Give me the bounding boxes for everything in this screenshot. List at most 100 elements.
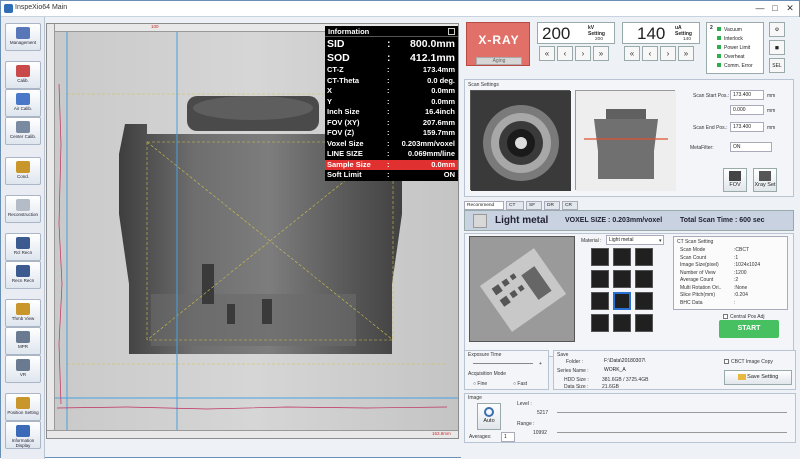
info-value: 16.4inch [424, 107, 455, 116]
kv-fast-up-button[interactable]: » [593, 46, 609, 61]
series-input[interactable]: WORK_A [602, 366, 712, 374]
tab-sf[interactable]: SF [526, 201, 542, 210]
averages-input[interactable]: 1 [501, 432, 515, 442]
tool-condition[interactable]: Cond. [5, 157, 41, 185]
tab-cr[interactable]: CR [562, 201, 578, 210]
hdd-value: 381.6GB / 3725.4GB [602, 377, 649, 383]
sel-button[interactable]: SEL [769, 58, 785, 73]
tool-air-calib[interactable]: Air Calib. [5, 89, 41, 117]
recipe-thumbnail[interactable] [635, 314, 653, 332]
averages-label: Averages: [469, 434, 492, 440]
scan-end-label: Scan End Pos.: [693, 125, 728, 131]
ua-fast-up-button[interactable]: » [678, 46, 694, 61]
info-colon: : [387, 138, 390, 148]
save-setting-label: Save Setting [747, 374, 779, 380]
fov-button[interactable]: FOV [723, 168, 747, 192]
xray-set-button[interactable]: Xray Set [753, 168, 777, 192]
aging-button[interactable]: Aging [476, 57, 522, 65]
tool-calib[interactable]: Calib. [5, 61, 41, 89]
tool-thumb-view[interactable]: Thmb View [5, 299, 41, 327]
ua-display: 140 uA Setting 140 [622, 22, 700, 44]
air-calib-icon [16, 93, 30, 105]
level-slider[interactable] [557, 412, 787, 413]
xray-viewer[interactable]: 100 163.8mm Information SID: 800.0mm SOD: 4… [46, 23, 459, 439]
stop-button[interactable]: ◼ [769, 40, 785, 55]
recipe-thumbnail[interactable] [613, 270, 631, 288]
tool-center-calib[interactable]: Center Calib. [5, 117, 41, 145]
minimize-button[interactable]: — [753, 2, 767, 15]
maximize-button[interactable]: □ [768, 2, 782, 15]
start-label: START [737, 325, 761, 332]
info-colon: : [387, 149, 390, 158]
fast-radio[interactable]: ○ Fast [513, 381, 527, 387]
status-led-icon [717, 27, 721, 31]
scan-offset-input[interactable]: 0.000 [730, 105, 764, 115]
recipe-thumbnail[interactable] [591, 270, 609, 288]
tab-dr[interactable]: DR [544, 201, 560, 210]
info-row: FOV (XY): 207.6mm [325, 118, 458, 129]
recipe-thumbnail[interactable] [635, 248, 653, 266]
recipe-thumbnail[interactable] [591, 314, 609, 332]
tool-information-display[interactable]: Information Display [5, 421, 41, 449]
tool-management[interactable]: Management [5, 23, 41, 51]
close-button[interactable]: ✕ [783, 2, 797, 15]
metafilter-select[interactable]: ON [730, 142, 772, 152]
auto-button[interactable]: Auto [477, 403, 501, 430]
data-size-value: 21.6GB [602, 384, 619, 390]
ua-fast-down-button[interactable]: « [624, 46, 640, 61]
recipe-thumbnail[interactable] [613, 292, 631, 310]
xray-button[interactable]: X-RAY Aging [466, 22, 530, 66]
sample-image-render [470, 237, 574, 341]
ua-down-button[interactable]: ‹ [642, 46, 658, 61]
cbct-copy-checkbox[interactable]: CBCT Image Copy [724, 359, 773, 365]
recipe-thumbnail[interactable] [591, 292, 609, 310]
status-label: Power Limit [724, 45, 751, 51]
scan-end-unit: mm [767, 125, 776, 131]
start-button[interactable]: START [719, 320, 779, 338]
recipe-thumbnail[interactable] [635, 292, 653, 310]
tool-recn-recon[interactable]: Recn Recn [5, 261, 41, 289]
exposure-slider[interactable] [473, 363, 533, 364]
tool-reconstruction[interactable]: Reconstruction [5, 195, 41, 223]
status-led-icon [717, 36, 721, 40]
recipe-thumbnail[interactable] [635, 270, 653, 288]
recipe-thumbnail[interactable] [591, 248, 609, 266]
settings-button[interactable]: ⚙ [769, 22, 785, 37]
tab-ct[interactable]: CT [506, 201, 524, 210]
scan-preview-image [576, 91, 676, 191]
status-number: 2 [710, 25, 713, 31]
tool-mpr[interactable]: MPR [5, 327, 41, 355]
ruler-left [47, 24, 55, 438]
range-slider[interactable] [557, 432, 787, 433]
scan-end-input[interactable]: 173.400 [730, 122, 764, 132]
info-value: 0.203mm/voxel [401, 138, 455, 148]
kv-fast-down-button[interactable]: « [539, 46, 555, 61]
status-led-icon [717, 45, 721, 49]
recipe-thumbnail[interactable] [613, 248, 631, 266]
folder-input[interactable]: F:\Data\20180307\ [602, 357, 712, 365]
info-value: 159.7mm [422, 128, 455, 137]
recipe-thumbnail[interactable] [613, 314, 631, 332]
kv-up-button[interactable]: › [575, 46, 591, 61]
chevron-down-icon: ▾ [659, 238, 662, 244]
auto-label: Auto [483, 418, 495, 424]
information-close-icon[interactable] [448, 28, 455, 35]
kv-display: 200 kV Setting 200 [537, 22, 615, 44]
kv-down-button[interactable]: ‹ [557, 46, 573, 61]
condition-icon [16, 161, 30, 173]
tool-vr[interactable]: VR [5, 355, 41, 383]
folder-icon [737, 373, 746, 380]
fine-radio[interactable]: ○ Fine [473, 381, 487, 387]
tool-label: Management [9, 40, 37, 45]
info-colon: : [387, 128, 390, 137]
info-row: X: 0.0mm [325, 86, 458, 97]
material-select[interactable]: Light metal [606, 235, 664, 245]
scan-start-input[interactable]: 173.400 [730, 90, 764, 100]
save-setting-button[interactable]: Save Setting [724, 370, 792, 385]
folder-label: Folder : [566, 359, 583, 365]
scan-settings-title: Scan Settings [468, 82, 499, 88]
tool-rcl-recon[interactable]: Rcl Recn [5, 233, 41, 261]
ua-up-button[interactable]: › [660, 46, 676, 61]
tool-position-setting[interactable]: Position Setting [5, 393, 41, 421]
tab-recommend[interactable]: Recommend [464, 201, 504, 210]
